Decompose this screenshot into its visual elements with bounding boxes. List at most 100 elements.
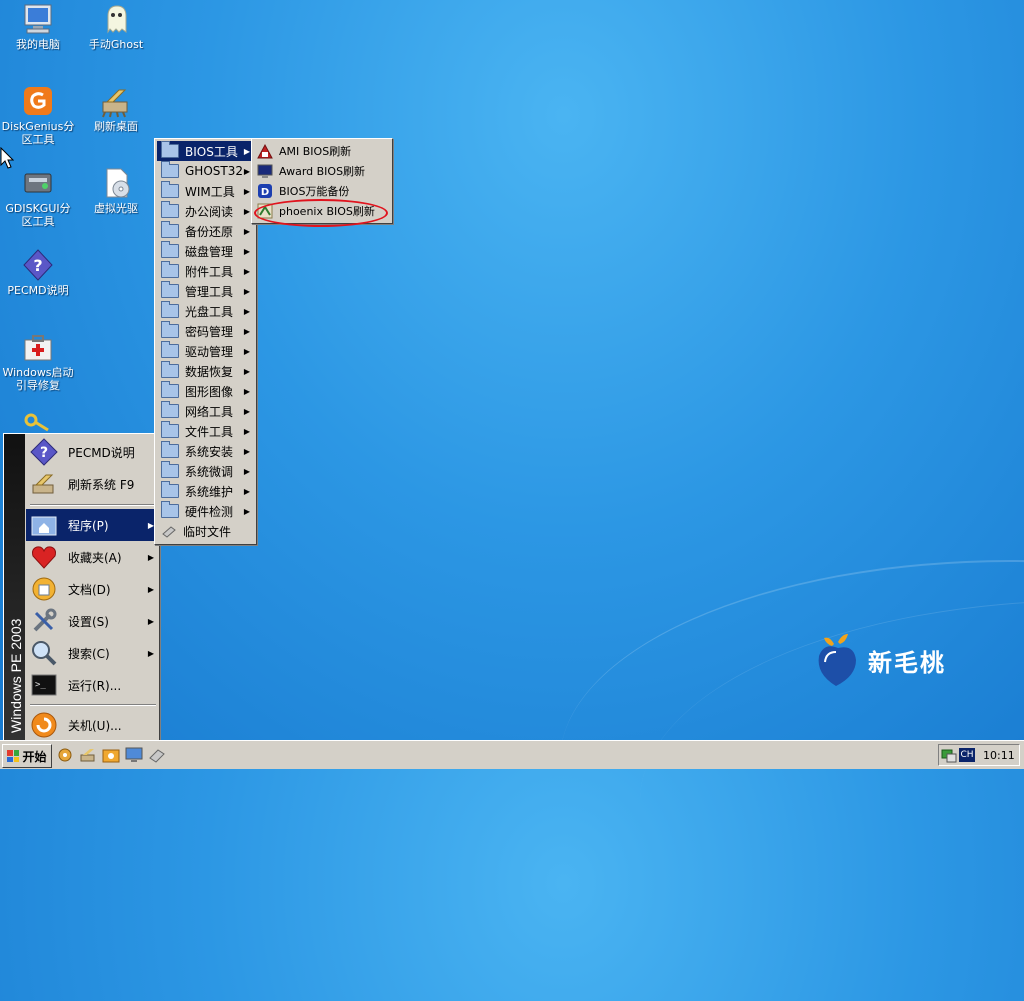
programs-item-system-install[interactable]: 系统安装 ▶ xyxy=(157,441,254,461)
programs-item-admin-tools[interactable]: 管理工具 ▶ xyxy=(157,281,254,301)
brand-logo: 新毛桃 xyxy=(816,632,946,688)
programs-item-accessories[interactable]: 附件工具 ▶ xyxy=(157,261,254,281)
folder-icon xyxy=(161,401,179,418)
desktop-icon-virtual-drive[interactable]: 虚拟光驱 xyxy=(78,166,154,215)
temp-files-icon xyxy=(162,526,176,538)
start-menu: Windows PE 2003 ? PECMD说明 刷新系统 F9 程序(P) … xyxy=(3,433,160,742)
start-item-pecmd-help[interactable]: ? PECMD说明 xyxy=(26,436,158,468)
programs-item-wim-tools[interactable]: WIM工具 ▶ xyxy=(157,181,254,201)
folder-icon xyxy=(161,181,179,198)
quicklaunch-gear-icon[interactable] xyxy=(56,746,74,764)
start-item-programs[interactable]: 程序(P) ▶ xyxy=(26,509,158,541)
quicklaunch-eraser-icon[interactable] xyxy=(148,746,166,764)
programs-item-backup-restore[interactable]: 备份还原 ▶ xyxy=(157,221,254,241)
taskbar: 开始 CH 10:11 xyxy=(0,740,1024,769)
bios-item-universal-backup[interactable]: D BIOS万能备份 xyxy=(254,181,390,201)
programs-item-system-tweak[interactable]: 系统微调 ▶ xyxy=(157,461,254,481)
programs-item-temp-files[interactable]: 临时文件 xyxy=(157,521,254,541)
folder-icon xyxy=(161,221,179,238)
folder-icon xyxy=(161,141,179,158)
bios-item-ami[interactable]: AMI BIOS刷新 xyxy=(254,141,390,161)
start-menu-separator xyxy=(30,504,156,506)
desktop-icon-my-computer[interactable]: 我的电脑 xyxy=(0,2,76,51)
programs-item-file-tools[interactable]: 文件工具 ▶ xyxy=(157,421,254,441)
folder-icon xyxy=(161,341,179,358)
programs-item-hardware-detection[interactable]: 硬件检测 ▶ xyxy=(157,501,254,521)
submenu-arrow-icon: ▶ xyxy=(243,246,250,256)
quicklaunch-folder-icon[interactable] xyxy=(102,746,120,764)
diskgenius-icon xyxy=(24,87,52,115)
start-item-settings[interactable]: 设置(S) ▶ xyxy=(26,605,158,637)
quicklaunch-refresh-icon[interactable] xyxy=(79,746,97,764)
desktop-icon-refresh-desktop[interactable]: 刷新桌面 xyxy=(78,84,154,133)
network-tray-icon[interactable] xyxy=(941,747,957,763)
folder-icon xyxy=(161,461,179,478)
programs-item-ghost32[interactable]: GHOST32 ▶ xyxy=(157,161,254,181)
bios-item-phoenix[interactable]: phoenix BIOS刷新 xyxy=(254,201,390,221)
submenu-arrow-icon: ▶ xyxy=(147,648,154,658)
submenu-arrow-icon: ▶ xyxy=(243,506,250,516)
programs-item-graphics[interactable]: 图形图像 ▶ xyxy=(157,381,254,401)
desktop-icon-diskgenius[interactable]: DiskGenius分区工具 xyxy=(0,84,76,146)
desktop-icon-manual-ghost[interactable]: 手动Ghost xyxy=(78,2,154,51)
submenu-arrow-icon: ▶ xyxy=(243,466,250,476)
documents-icon xyxy=(32,577,56,601)
windows-logo-icon xyxy=(7,750,20,762)
quicklaunch-display-icon[interactable] xyxy=(125,746,143,764)
programs-item-password-management[interactable]: 密码管理 ▶ xyxy=(157,321,254,341)
submenu-arrow-icon: ▶ xyxy=(243,266,250,276)
submenu-arrow-icon: ▶ xyxy=(243,286,250,296)
programs-item-system-maintenance[interactable]: 系统维护 ▶ xyxy=(157,481,254,501)
start-item-search[interactable]: 搜索(C) ▶ xyxy=(26,637,158,669)
start-item-run[interactable]: >_ 运行(R)... xyxy=(26,669,158,701)
programs-item-disc-tools[interactable]: 光盘工具 ▶ xyxy=(157,301,254,321)
programs-submenu: BIOS工具 ▶ GHOST32 ▶ WIM工具 ▶ 办公阅读 ▶ 备份还原 ▶ 磁盘管理… xyxy=(154,138,257,545)
start-item-refresh-system[interactable]: 刷新系统 F9 xyxy=(26,468,158,500)
award-icon xyxy=(257,164,273,178)
computer-icon xyxy=(24,4,52,34)
start-item-shutdown[interactable]: 关机(U)... xyxy=(26,709,158,741)
programs-item-data-recovery[interactable]: 数据恢复 ▶ xyxy=(157,361,254,381)
search-icon xyxy=(32,641,57,666)
bios-tools-submenu: AMI BIOS刷新 Award BIOS刷新 D BIOS万能备份 phoen… xyxy=(251,138,393,224)
language-indicator[interactable]: CH xyxy=(959,748,975,762)
folder-icon xyxy=(161,481,179,498)
submenu-arrow-icon: ▶ xyxy=(243,426,250,436)
folder-icon xyxy=(161,281,179,298)
folder-icon xyxy=(161,241,179,258)
folder-icon xyxy=(161,161,179,178)
programs-item-bios-tools[interactable]: BIOS工具 ▶ xyxy=(157,141,254,161)
bios-item-award[interactable]: Award BIOS刷新 xyxy=(254,161,390,181)
phoenix-icon xyxy=(257,203,273,219)
submenu-arrow-icon: ▶ xyxy=(243,486,250,496)
desktop-icon-boot-repair[interactable]: Windows启动引导修复 xyxy=(0,330,76,392)
help-icon: ? xyxy=(23,249,53,281)
programs-item-disk-management[interactable]: 磁盘管理 ▶ xyxy=(157,241,254,261)
svg-text:?: ? xyxy=(40,445,48,461)
clock: 10:11 xyxy=(983,748,1015,762)
svg-text:>_: >_ xyxy=(35,680,46,690)
run-icon: >_ xyxy=(31,674,57,696)
desktop-icon-pecmd-help[interactable]: ? PECMD说明 xyxy=(0,248,76,297)
key-icon xyxy=(24,413,49,432)
programs-item-network-tools[interactable]: 网络工具 ▶ xyxy=(157,401,254,421)
submenu-arrow-icon: ▶ xyxy=(243,306,250,316)
programs-icon xyxy=(31,516,57,536)
start-item-favorites[interactable]: 收藏夹(A) ▶ xyxy=(26,541,158,573)
programs-item-driver-management[interactable]: 驱动管理 ▶ xyxy=(157,341,254,361)
start-item-documents[interactable]: 文档(D) ▶ xyxy=(26,573,158,605)
folder-icon xyxy=(161,301,179,318)
submenu-arrow-icon: ▶ xyxy=(243,386,250,396)
desktop-icon-gdiskgui[interactable]: GDISKGUI分区工具 xyxy=(0,166,76,228)
submenu-arrow-icon: ▶ xyxy=(147,552,154,562)
svg-text:?: ? xyxy=(33,256,42,275)
folder-icon xyxy=(161,501,179,518)
folder-icon xyxy=(161,421,179,438)
refresh-system-icon xyxy=(32,474,54,494)
programs-item-office-reading[interactable]: 办公阅读 ▶ xyxy=(157,201,254,221)
start-button[interactable]: 开始 xyxy=(2,744,52,768)
folder-icon xyxy=(161,441,179,458)
submenu-arrow-icon: ▶ xyxy=(243,206,250,216)
submenu-arrow-icon: ▶ xyxy=(147,584,154,594)
system-tray: CH 10:11 xyxy=(938,744,1020,766)
